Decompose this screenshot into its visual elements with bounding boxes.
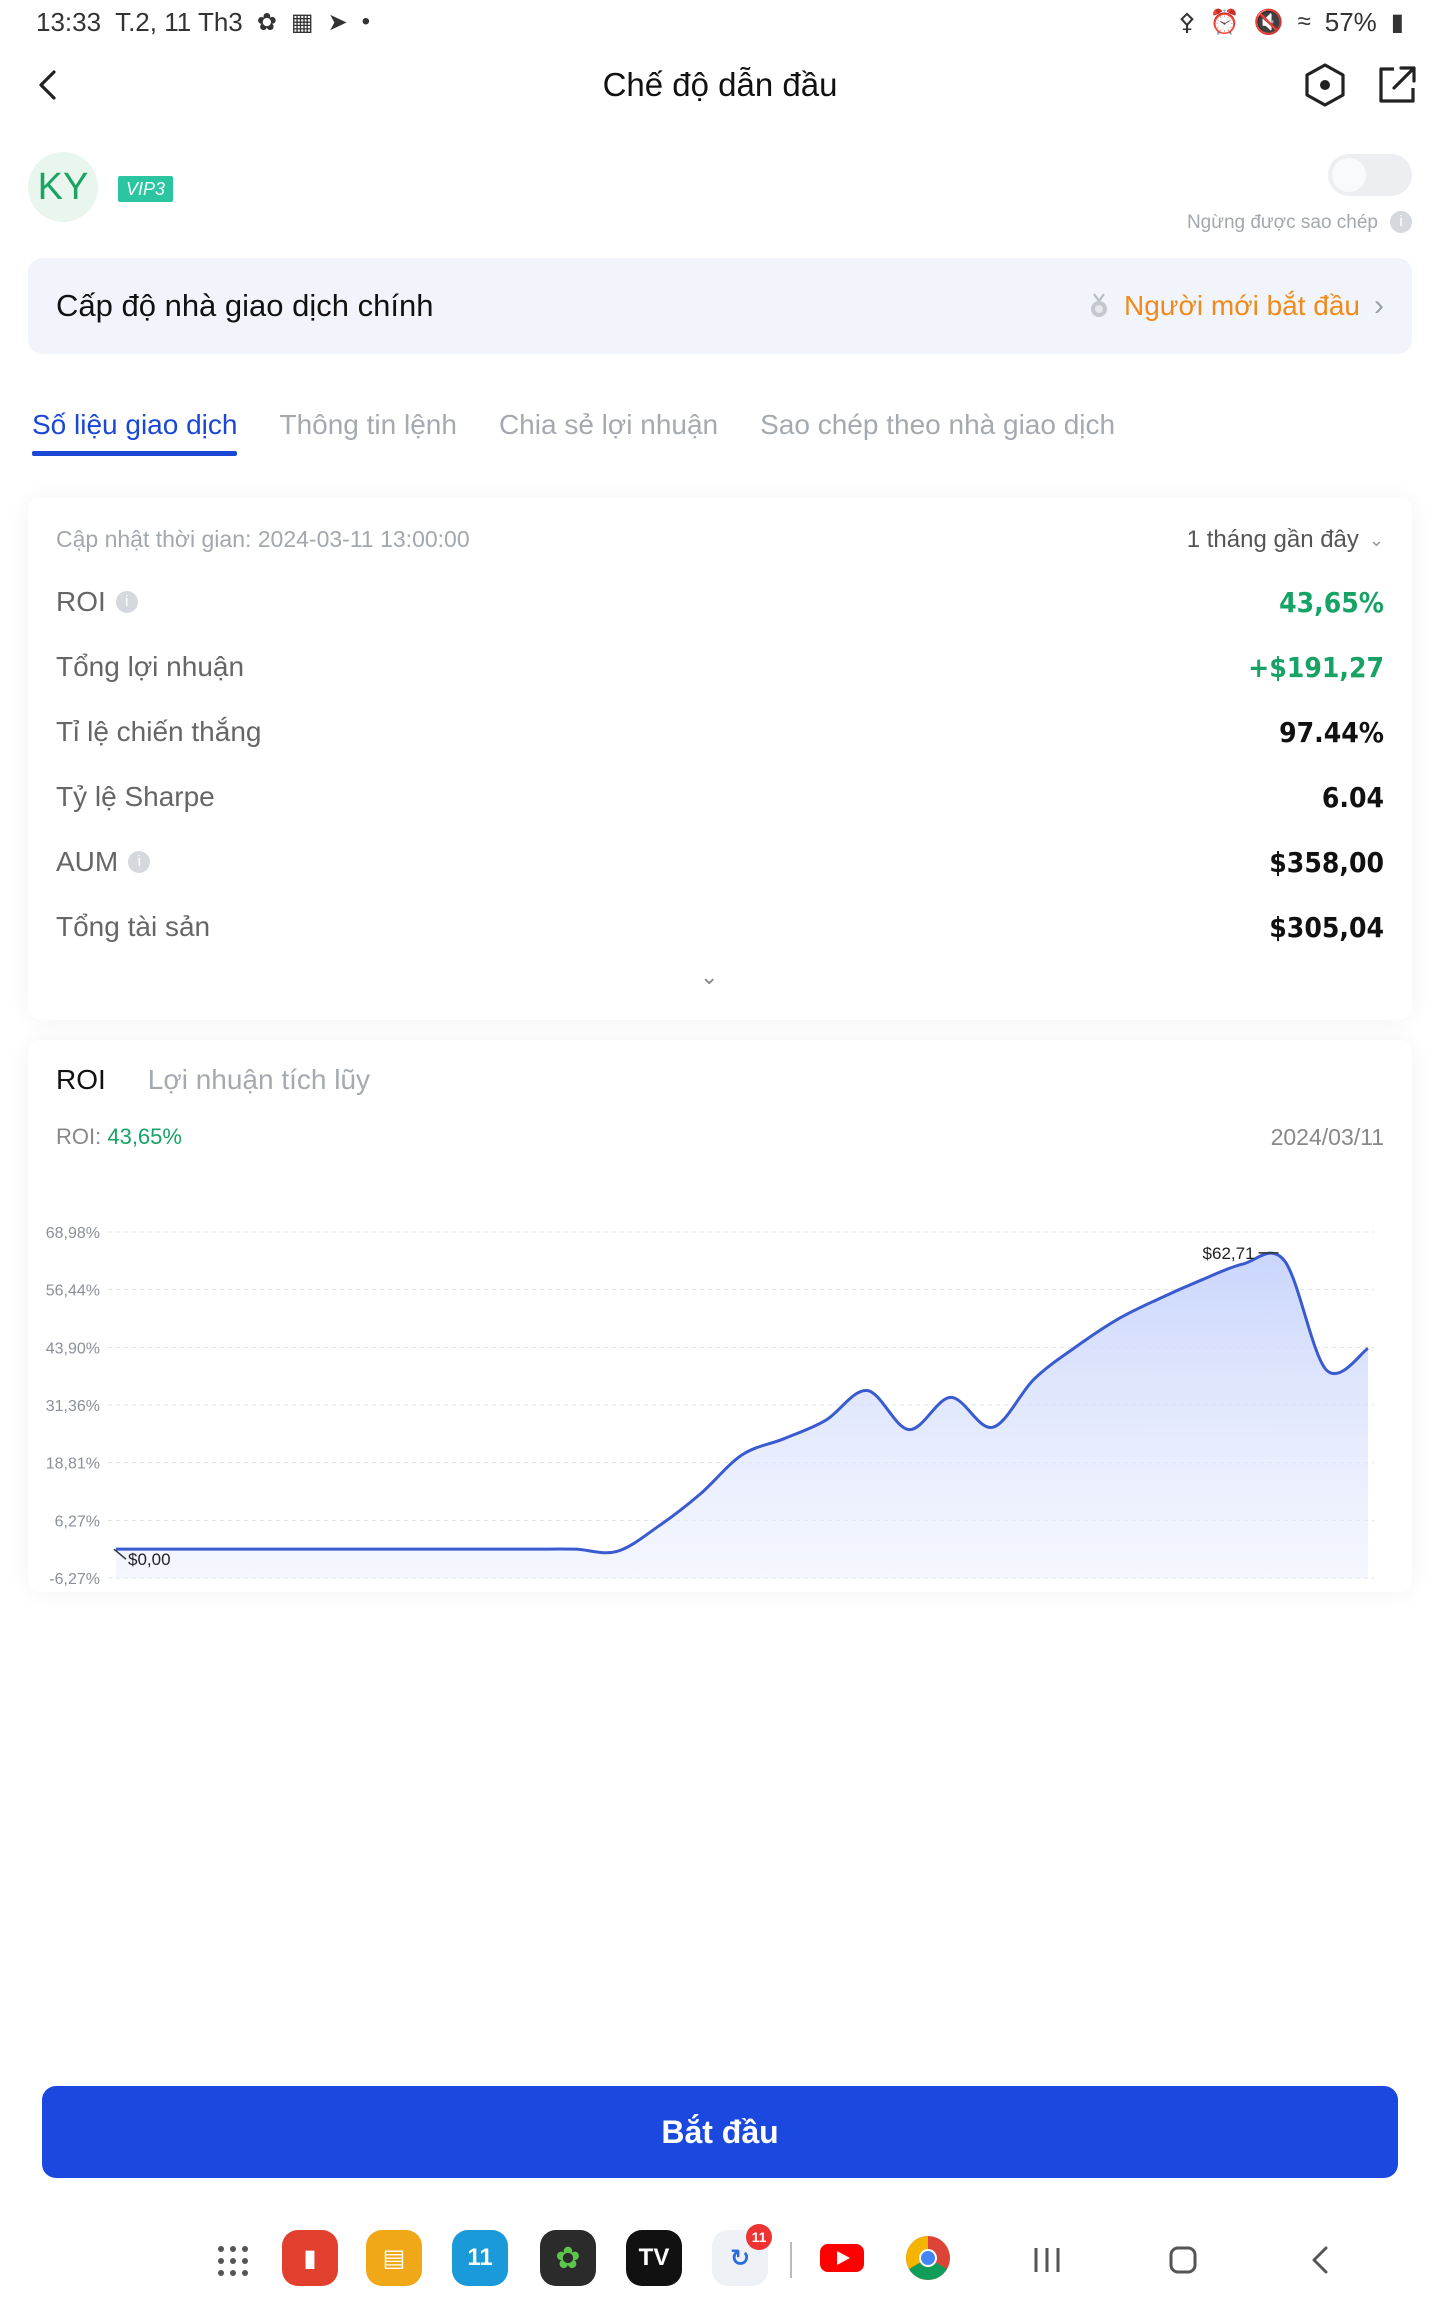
status-bar: 13:33 T.2, 11 Th3 ✿ ▦ ➤ • ⚴ ⏰ 🔇 ≈ 57% ▮ — [0, 0, 1440, 44]
chart-tab-cumulative-profit[interactable]: Lợi nhuận tích lũy — [148, 1064, 370, 1096]
stats-card: Cập nhật thời gian: 2024-03-11 13:00:00 … — [28, 498, 1412, 1020]
stat-row-sharpe: Tỷ lệ Sharpe 6.04 — [56, 777, 1384, 817]
medal-icon — [1090, 293, 1107, 317]
trader-level-card[interactable]: Cấp độ nhà giao dịch chính Người mới bắt… — [28, 258, 1412, 354]
stat-value: 6.04 — [1321, 780, 1384, 814]
chart-date: 2024/03/11 — [1270, 1124, 1384, 1150]
header: Chế độ dẫn đầu — [0, 52, 1440, 118]
nav-bar: ▮ ▤ 11 ✿ TV ↻ 11 — [0, 2224, 1440, 2304]
page-title: Chế độ dẫn đầu — [602, 66, 838, 103]
stat-value: 43,65% — [1279, 585, 1384, 619]
y-tick-label: 31,36% — [46, 1398, 100, 1415]
info-icon[interactable]: i — [128, 851, 151, 873]
chart-card: ROI Lợi nhuận tích lũy ROI: 43,65% 2024/… — [28, 1040, 1412, 1592]
roi-summary-value: 43,65% — [107, 1124, 182, 1149]
stat-value: +$191,27 — [1248, 650, 1384, 684]
game-app-icon[interactable]: ✿ — [540, 2230, 596, 2286]
dock-divider — [790, 2242, 792, 2278]
stat-label: Tỷ lệ Sharpe — [56, 781, 215, 812]
stat-label: Tổng tài sản — [56, 911, 211, 942]
update-time: Cập nhật thời gian: 2024-03-11 13:00:00 — [56, 526, 470, 552]
calendar-status-icon: ▦ — [290, 8, 314, 36]
stat-label: Tổng lợi nhuận — [56, 651, 245, 682]
y-tick-label: 68,98% — [46, 1225, 100, 1242]
calendar-app-icon[interactable]: 11 — [452, 2230, 508, 2286]
max-value-label: $62,71 — [1203, 1244, 1255, 1263]
stop-copy-toggle[interactable] — [1328, 154, 1412, 196]
roi-summary-label: ROI: — [56, 1124, 108, 1149]
clock: 13:33 — [36, 6, 102, 37]
stat-row-total-profit: Tổng lợi nhuận +$191,27 — [56, 647, 1384, 687]
stat-value: $305,04 — [1269, 910, 1384, 944]
y-tick-label: 56,44% — [46, 1283, 100, 1300]
chevron-down-icon: ⌄ — [1368, 529, 1384, 550]
toggle-knob — [1332, 158, 1366, 192]
chart-tabs: ROI Lợi nhuận tích lũy — [56, 1064, 370, 1096]
stat-label: Tỉ lệ chiến thắng — [56, 716, 262, 747]
start-button[interactable]: Bắt đầu — [42, 2086, 1398, 2178]
leaf-icon: ✿ — [256, 8, 277, 36]
tab-order-info[interactable]: Thông tin lệnh — [279, 400, 456, 456]
chevron-right-icon: › — [1374, 289, 1384, 322]
calendar-day: 11 — [467, 2244, 493, 2271]
stat-row-aum: AUM i $358,00 — [56, 842, 1384, 882]
expand-chevron-icon[interactable]: ⌄ — [700, 964, 718, 990]
tradingview-app-icon[interactable]: TV — [626, 2230, 682, 2286]
tab-profit-share[interactable]: Chia sẻ lợi nhuận — [499, 400, 718, 456]
vip-badge: VIP3 — [118, 176, 174, 202]
youtube-app-icon[interactable] — [814, 2230, 870, 2286]
recents-icon[interactable] — [1032, 2242, 1062, 2284]
telegram-icon: ➤ — [327, 8, 348, 36]
tab-copy-traders[interactable]: Sao chép theo nhà giao dịch — [760, 400, 1115, 456]
files-app-icon[interactable]: ▤ — [366, 2230, 422, 2286]
avatar[interactable]: KY — [28, 152, 98, 222]
y-tick-label: -6,27% — [49, 1571, 100, 1588]
stat-value: 97.44% — [1279, 715, 1384, 749]
chart-tab-roi[interactable]: ROI — [56, 1064, 106, 1096]
roi-area-fill — [116, 1253, 1368, 1578]
browser-app-icon[interactable]: ↻ 11 — [712, 2224, 772, 2286]
period-selector[interactable]: 1 tháng gần đây ⌄ — [1187, 526, 1384, 554]
wifi-icon: ≈ — [1297, 8, 1311, 35]
info-icon[interactable]: i — [1390, 211, 1412, 233]
chrome-app-icon[interactable] — [900, 2230, 956, 2286]
info-icon[interactable]: i — [115, 591, 138, 613]
stat-row-win-rate: Tỉ lệ chiến thắng 97.44% — [56, 712, 1384, 752]
back-arrow-icon[interactable] — [26, 62, 72, 108]
stat-label: AUM — [56, 846, 119, 877]
stat-row-total-assets: Tổng tài sản $305,04 — [56, 907, 1384, 947]
settings-hexagon-icon[interactable] — [1300, 60, 1350, 110]
share-icon[interactable] — [1372, 60, 1422, 110]
roi-area-chart: 68,98% 56,44% 43,90% 31,36% 18,81% 6,27% -6,27… — [46, 1225, 1374, 1588]
app-drawer-icon[interactable] — [216, 2244, 250, 2287]
start-value-label: $0,00 — [128, 1550, 171, 1569]
y-tick-label: 6,27% — [55, 1513, 100, 1530]
y-tick-label: 18,81% — [46, 1456, 100, 1473]
key-icon: ⚴ — [1178, 8, 1196, 36]
toggle-caption: Ngừng được sao chép — [1186, 212, 1378, 233]
battery-level: 57% — [1324, 6, 1377, 37]
section-tabs: Số liệu giao dịch Thông tin lệnh Chia sẻ… — [32, 400, 1115, 456]
battery-icon: ▮ — [1390, 8, 1404, 36]
mute-icon: 🔇 — [1253, 8, 1284, 36]
trader-level-value: Người mới bắt đầu — [1123, 290, 1360, 321]
stat-value: $358,00 — [1269, 845, 1384, 879]
period-label: 1 tháng gần đây — [1186, 526, 1359, 553]
roi-summary: ROI: 43,65% — [56, 1124, 182, 1150]
home-icon[interactable] — [1168, 2242, 1198, 2284]
stat-row-roi: ROI i 43,65% — [56, 582, 1384, 622]
stat-label: ROI — [56, 586, 106, 617]
trader-level-title: Cấp độ nhà giao dịch chính — [56, 288, 434, 323]
tab-trading-stats[interactable]: Số liệu giao dịch — [32, 400, 238, 456]
back-nav-icon[interactable] — [1306, 2242, 1336, 2284]
notes-app-icon[interactable]: ▮ — [282, 2230, 338, 2286]
alarm-icon: ⏰ — [1209, 8, 1240, 36]
status-date: T.2, 11 Th3 — [115, 6, 243, 37]
y-tick-label: 43,90% — [46, 1340, 100, 1357]
notification-badge: 11 — [746, 2224, 772, 2250]
more-notifications-icon: • — [361, 8, 371, 35]
